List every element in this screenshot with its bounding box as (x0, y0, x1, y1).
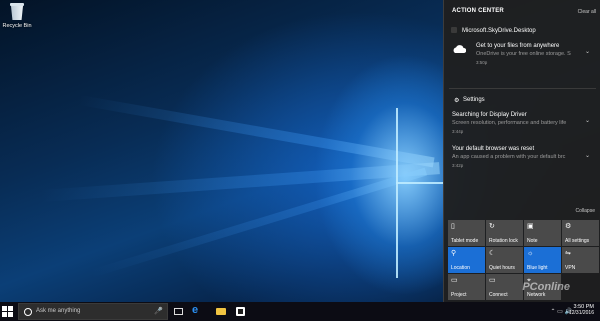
taskbar: Ask me anything 🎤 e ⌃ ▭ 🔊 3:50 PM 12/31/… (0, 302, 600, 321)
notification-body: OneDrive is your free online storage. S (476, 51, 571, 57)
moon-icon: ☾ (489, 250, 496, 257)
file-explorer-icon[interactable] (216, 308, 226, 315)
quick-action-label: Blue light (527, 265, 548, 271)
notification-group-title[interactable]: Settings (463, 97, 485, 103)
notification-title[interactable]: Searching for Display Driver (452, 112, 527, 118)
clear-all-link[interactable]: Clear all (578, 9, 596, 15)
action-center-panel: ACTION CENTER Clear all Microsoft.SkyDri… (443, 0, 600, 302)
wallpaper-window-frame (396, 182, 444, 184)
wallpaper-window-frame (396, 108, 444, 278)
location-icon: ⚲ (451, 250, 457, 257)
start-button[interactable] (2, 306, 13, 317)
search-placeholder: Ask me anything (36, 308, 81, 314)
windows-logo-icon (2, 306, 7, 311)
quick-action-project[interactable]: ▭ Project (448, 274, 485, 300)
vpn-icon: ⇋ (565, 250, 571, 257)
clock-date: 12/31/2016 (568, 310, 594, 316)
quick-action-label: Quiet hours (489, 265, 515, 271)
divider (449, 88, 596, 89)
notification-time: 3:50p (476, 60, 488, 65)
notification-time: 3:42p (452, 163, 464, 168)
edge-browser-icon[interactable]: e (192, 304, 205, 317)
recycle-bin-shortcut[interactable]: Recycle Bin (2, 2, 32, 29)
notification-title[interactable]: Your default browser was reset (452, 146, 534, 152)
quick-action-label: All settings (565, 238, 590, 244)
chevron-down-icon[interactable]: ⌄ (585, 48, 590, 55)
collapse-link[interactable]: Collapse (576, 208, 595, 214)
quick-action-blue-light[interactable]: ☼ Blue light (524, 247, 561, 273)
tablet-icon: ▯ (451, 223, 455, 230)
quick-action-label: Rotation lock (489, 238, 518, 244)
notification-title[interactable]: Get to your files from anywhere (476, 43, 559, 49)
recycle-bin-icon (9, 2, 25, 21)
quick-action-label: Project (451, 292, 467, 298)
chevron-down-icon[interactable]: ⌄ (585, 152, 590, 159)
chevron-down-icon[interactable]: ⌄ (585, 117, 590, 124)
quick-action-label: VPN (565, 265, 576, 271)
microphone-icon[interactable]: 🎤 (154, 307, 163, 315)
quick-action-label: Connect (489, 292, 508, 298)
quick-action-tablet-mode[interactable]: ▯ Tablet mode (448, 220, 485, 246)
cortana-icon (24, 308, 32, 316)
quick-action-connect[interactable]: ▭ Connect (486, 274, 523, 300)
quick-action-label: Tablet mode (451, 238, 479, 244)
quick-action-rotation-lock[interactable]: ↻ Rotation lock (486, 220, 523, 246)
recycle-bin-label: Recycle Bin (2, 23, 32, 29)
quick-action-quiet-hours[interactable]: ☾ Quiet hours (486, 247, 523, 273)
search-box[interactable]: Ask me anything 🎤 (18, 303, 168, 320)
action-center-title: ACTION CENTER (452, 8, 504, 14)
quick-action-note[interactable]: ▣ Note (524, 220, 561, 246)
notification-time: 3:44p (452, 129, 464, 134)
connect-icon: ▭ (489, 277, 496, 284)
watermark: PConline (522, 281, 570, 293)
rotation-lock-icon: ↻ (489, 223, 495, 230)
sun-icon: ☼ (527, 250, 534, 257)
clock[interactable]: 3:50 PM 12/31/2016 (569, 304, 594, 316)
project-icon: ▭ (451, 277, 458, 284)
quick-action-vpn[interactable]: ⇋ VPN (562, 247, 599, 273)
wallpaper-light-beam (78, 95, 435, 168)
store-icon[interactable] (236, 307, 245, 316)
notification-group-title[interactable]: Microsoft.SkyDrive.Desktop (462, 28, 536, 34)
note-icon: ▣ (527, 223, 534, 230)
quick-action-location[interactable]: ⚲ Location (448, 247, 485, 273)
gear-icon: ⚙ (454, 98, 460, 104)
gear-icon: ⚙ (565, 223, 572, 230)
quick-action-label: Location (451, 265, 470, 271)
quick-action-label: Note (527, 238, 538, 244)
notification-body: An app caused a problem with your defaul… (452, 154, 566, 160)
onedrive-cloud-icon (453, 45, 466, 53)
quick-action-all-settings[interactable]: ⚙ All settings (562, 220, 599, 246)
app-icon (451, 27, 457, 33)
task-view-icon[interactable] (174, 308, 183, 315)
notification-body: Screen resolution, performance and batte… (452, 120, 567, 126)
